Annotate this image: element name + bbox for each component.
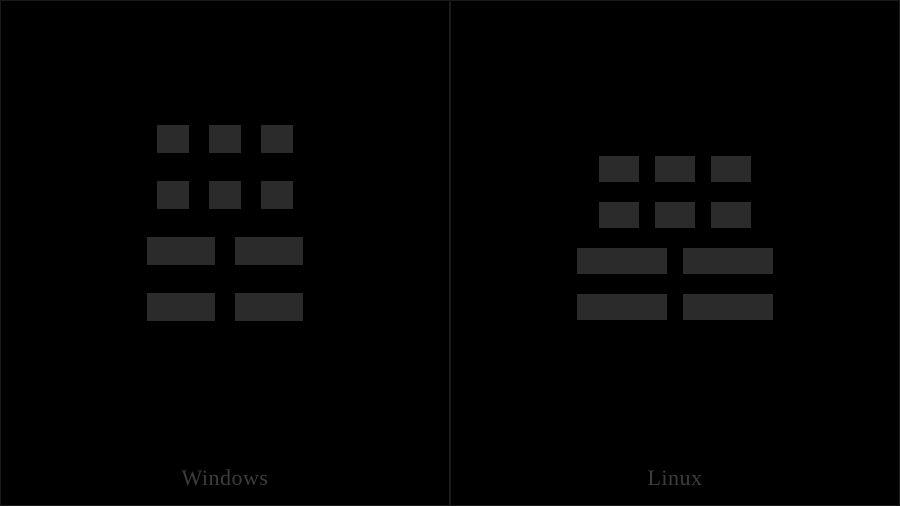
glyph-row [577,156,773,182]
caption-windows: Windows [1,465,449,491]
glyph-row [147,237,303,265]
glyph-segment [157,125,189,153]
glyph-segment [599,202,639,228]
glyph-segment [655,156,695,182]
panel-windows: Windows [0,0,450,506]
glyph-segment [577,294,667,320]
glyph-segment [711,202,751,228]
panel-linux: Linux [450,0,900,506]
glyph-segment [235,237,303,265]
glyph-row [147,125,303,153]
caption-linux: Linux [451,465,899,491]
glyph-row [577,294,773,320]
glyph-segment [683,294,773,320]
glyph-segment [711,156,751,182]
glyph-segment [577,248,667,274]
glyph-row [577,202,773,228]
glyph-segment [147,237,215,265]
glyph-linux [577,156,773,320]
glyph-row [147,181,303,209]
glyph-segment [261,181,293,209]
glyph-row [577,248,773,274]
glyph-segment [157,181,189,209]
glyph-windows [147,125,303,321]
glyph-segment [261,125,293,153]
glyph-segment [599,156,639,182]
glyph-segment [209,181,241,209]
glyph-segment [209,125,241,153]
glyph-row [147,293,303,321]
glyph-segment [655,202,695,228]
glyph-segment [235,293,303,321]
glyph-segment [683,248,773,274]
glyph-segment [147,293,215,321]
